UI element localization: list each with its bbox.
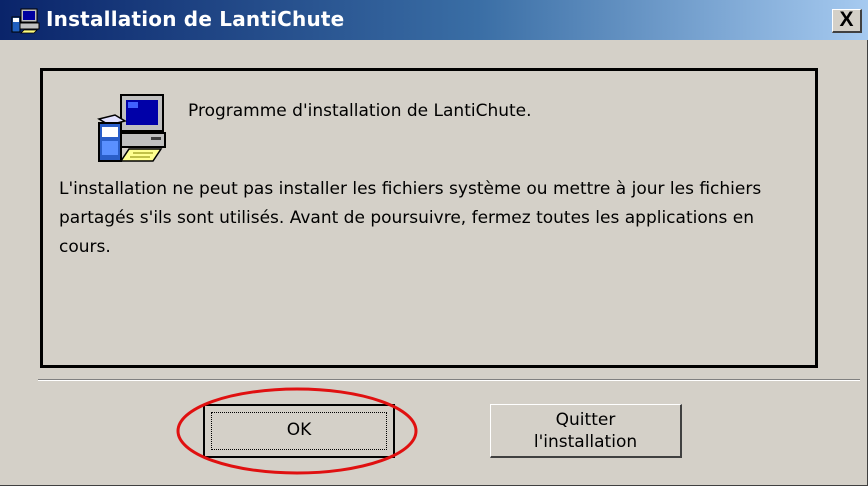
setup-computer-icon: [11, 8, 40, 34]
message-panel: Programme d'installation de LantiChute. …: [40, 68, 818, 368]
close-icon: X: [839, 8, 854, 31]
dialog-heading: Programme d'installation de LantiChute.: [188, 101, 532, 121]
close-button[interactable]: X: [832, 9, 862, 33]
title-bar[interactable]: Installation de LantiChute X: [0, 0, 868, 40]
setup-dialog: Installation de LantiChute X Programme d…: [0, 0, 868, 486]
window-title: Installation de LantiChute: [46, 7, 345, 31]
setup-computer-icon: [97, 94, 166, 162]
dialog-message: L'installation ne peut pas installer les…: [59, 179, 762, 257]
quit-installation-button[interactable]: Quitter l'installation: [490, 404, 682, 458]
separator: [38, 379, 860, 381]
quit-button-label-line1: Quitter: [555, 410, 616, 430]
quit-button-label-line2: l'installation: [533, 432, 638, 452]
highlight-ellipse: [176, 387, 418, 475]
